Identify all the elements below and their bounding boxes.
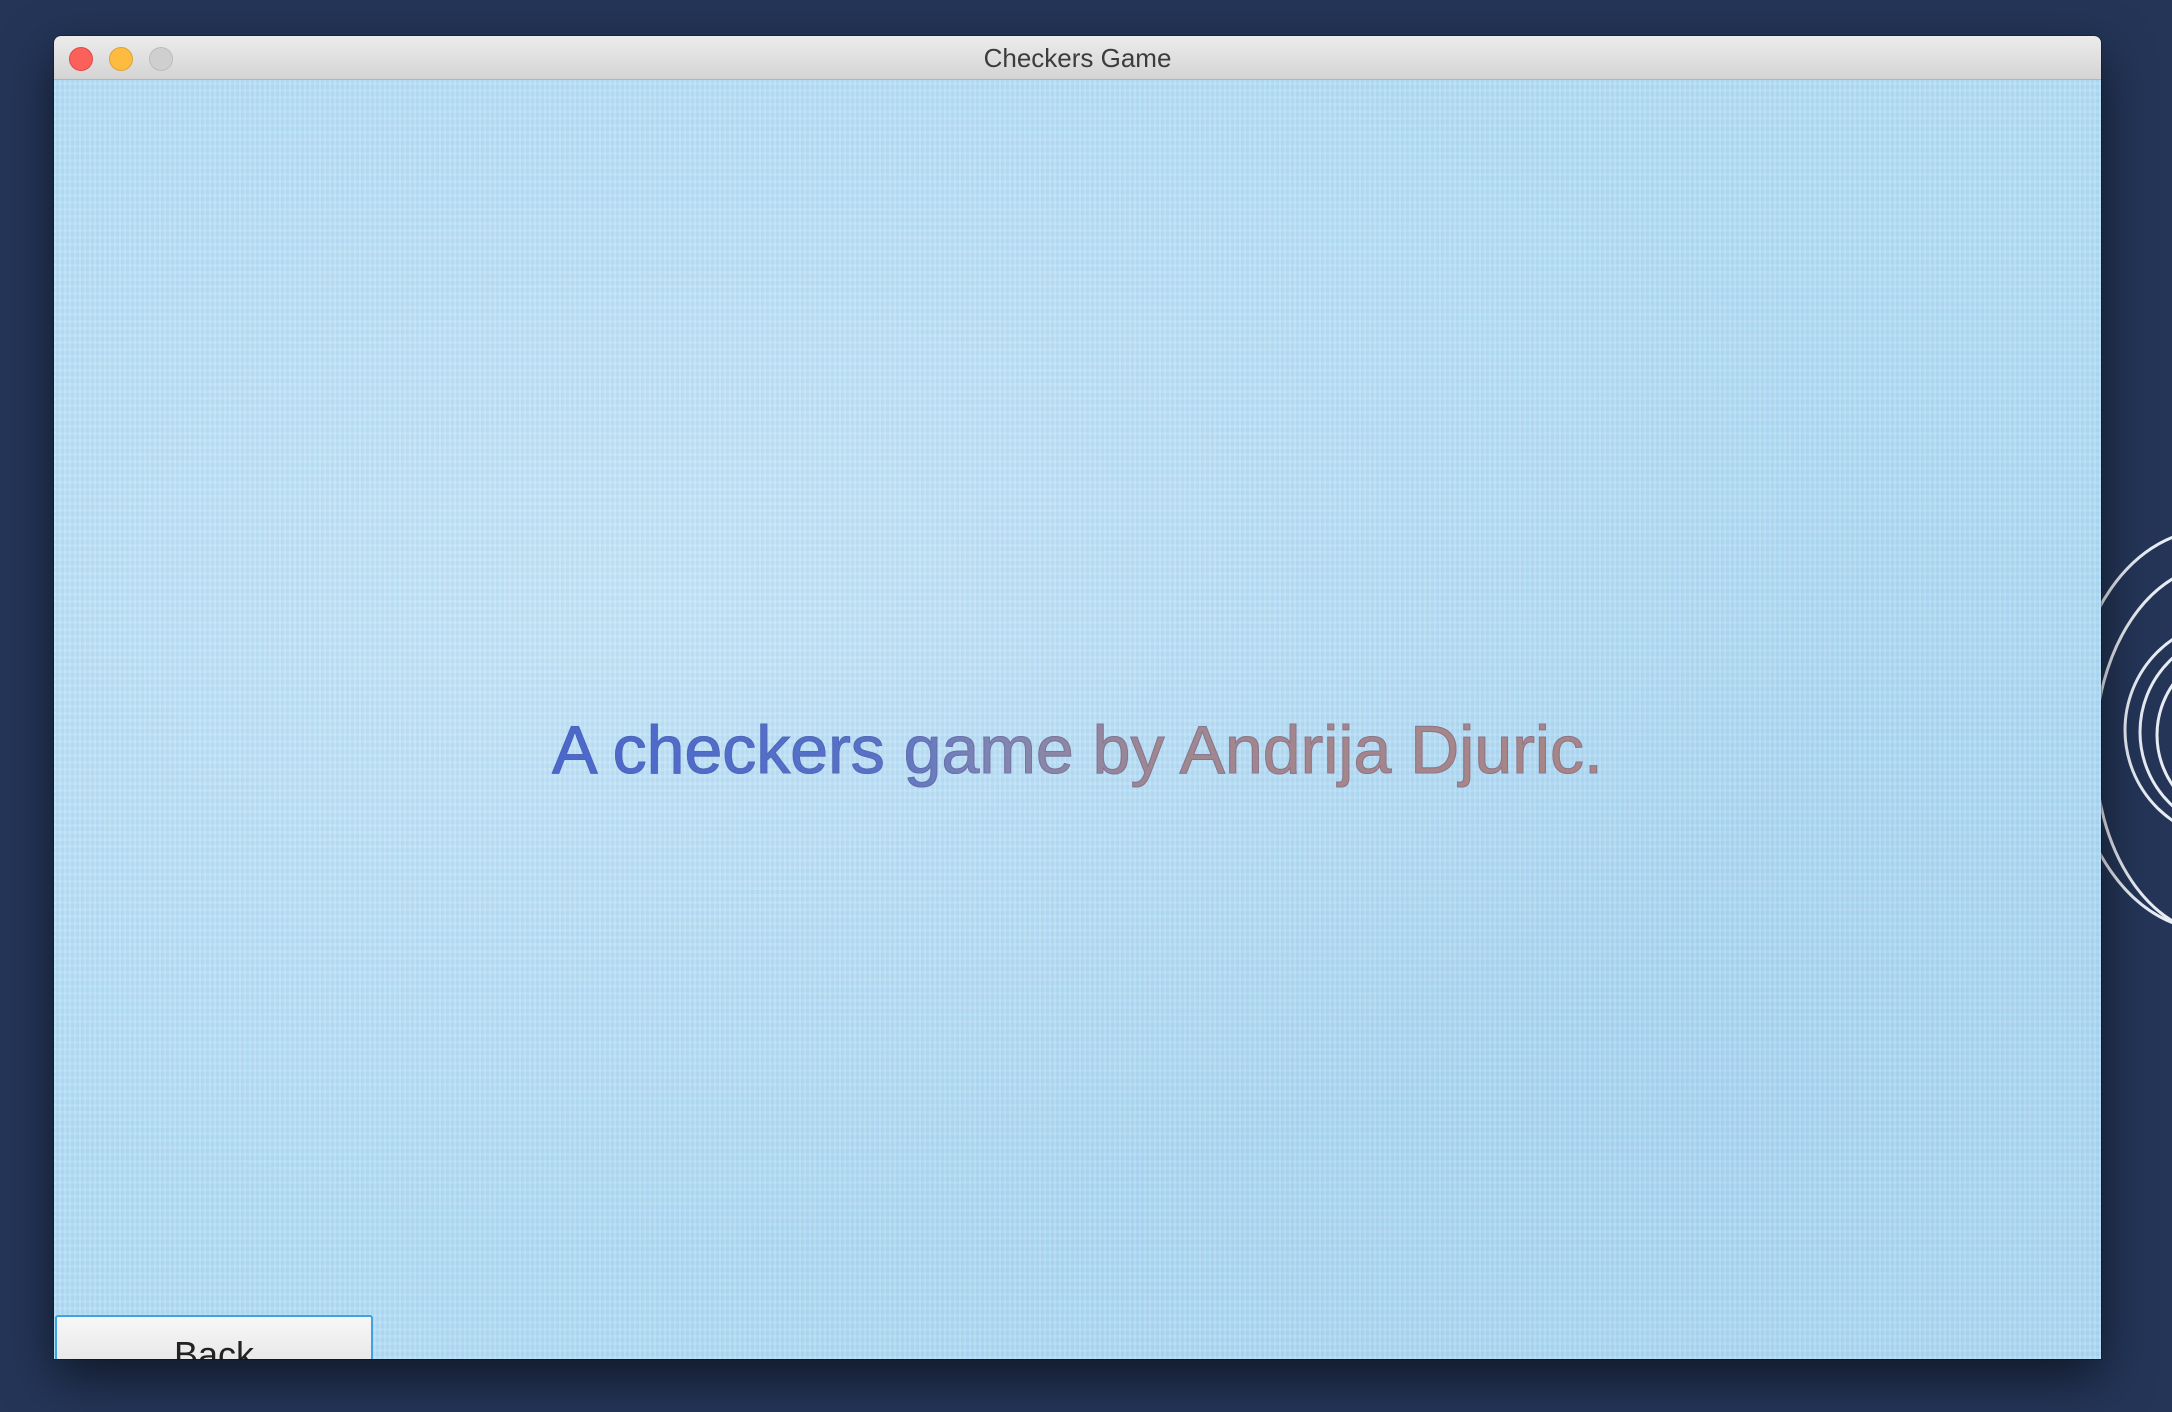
window-title: Checkers Game: [983, 43, 1172, 73]
app-window: Checkers Game A checkers game by Andrija…: [54, 36, 2101, 1359]
window-titlebar[interactable]: Checkers Game: [54, 36, 2101, 80]
credits-container: A checkers game by Andrija Djuric.: [54, 710, 2101, 790]
credits-panel: A checkers game by Andrija Djuric. Back: [54, 80, 2101, 1359]
back-button[interactable]: Back: [55, 1315, 373, 1359]
credits-text: A checkers game by Andrija Djuric.: [552, 712, 1604, 789]
